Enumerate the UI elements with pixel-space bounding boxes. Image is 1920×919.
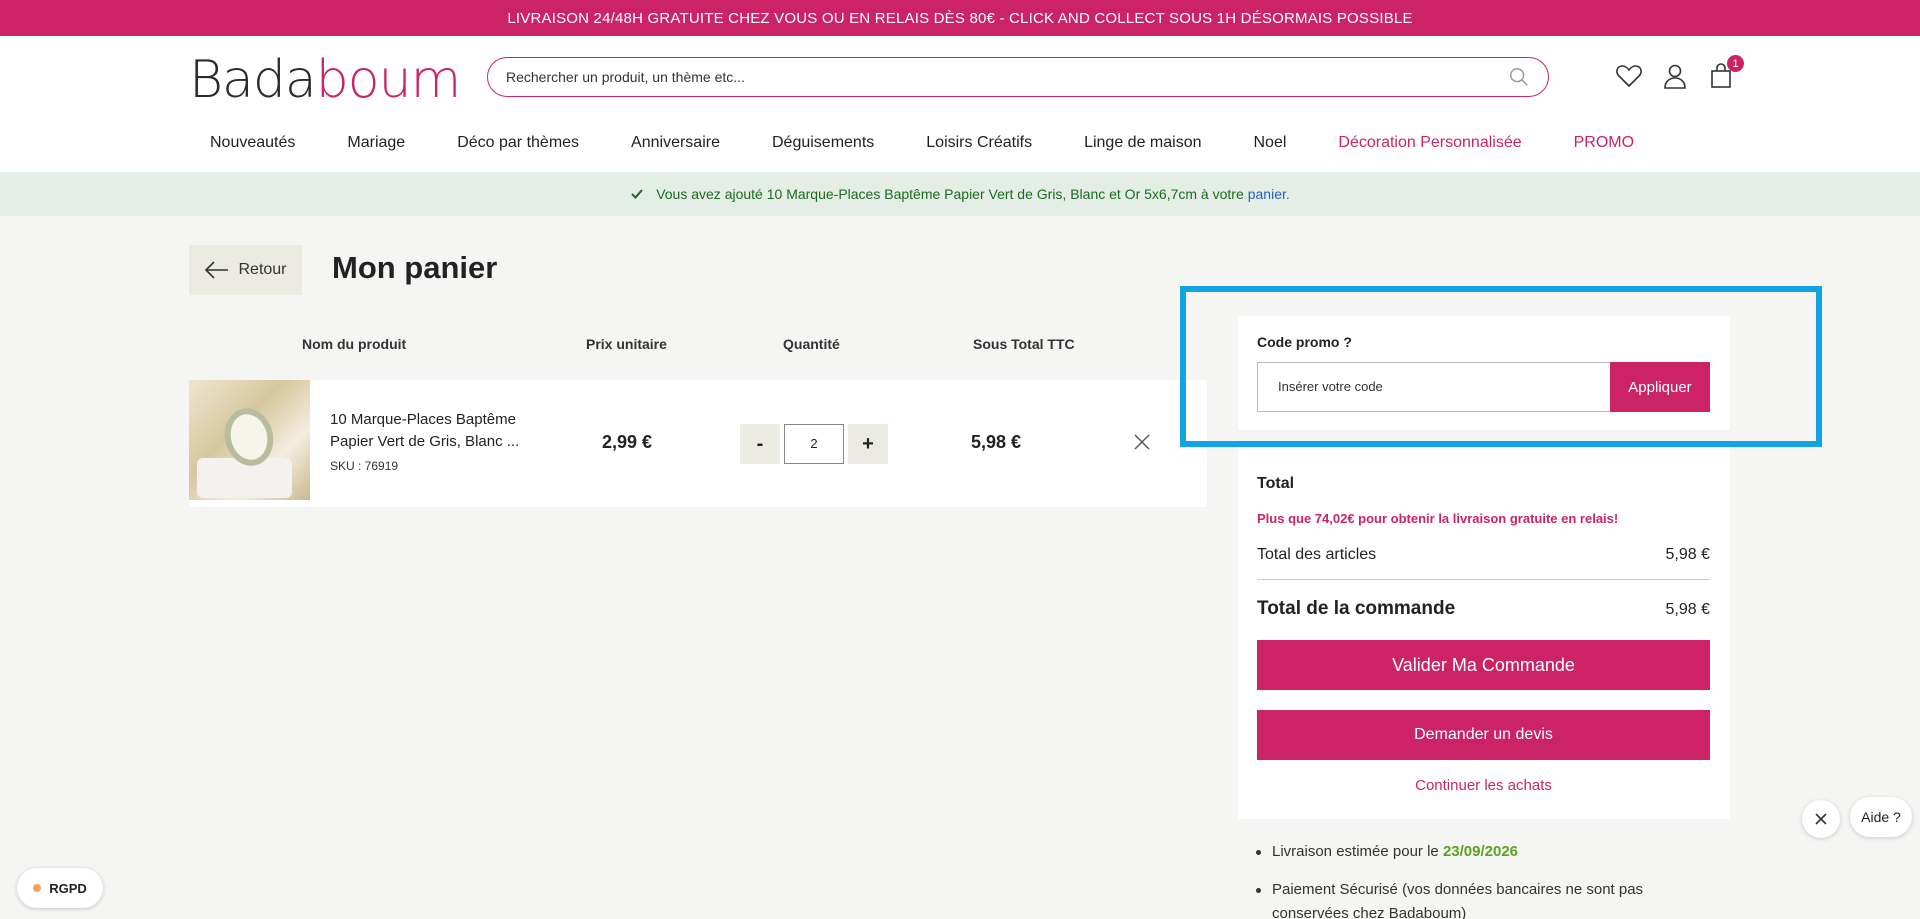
- nav-item-mariage[interactable]: Mariage: [347, 134, 405, 152]
- item-subtotal: 5,98 €: [971, 432, 1022, 452]
- nav-item-noel[interactable]: Noel: [1254, 134, 1287, 152]
- product-name[interactable]: 10 Marque-Places Baptême Papier Vert de …: [330, 409, 540, 453]
- search-input[interactable]: Rechercher un produit, un thème etc...: [506, 69, 1508, 85]
- quantity-input[interactable]: 2: [784, 424, 844, 464]
- secure-payment-info: Paiement Sécurisé (vos données bancaires…: [1256, 878, 1716, 919]
- quantity-stepper: - 2 +: [740, 424, 888, 464]
- divider: [1257, 579, 1710, 580]
- nav-item-linge-de-maison[interactable]: Linge de maison: [1084, 134, 1201, 152]
- arrow-left-icon: [205, 261, 229, 279]
- summary-title: Total: [1257, 475, 1295, 492]
- notice-cart-link[interactable]: panier.: [1248, 186, 1290, 202]
- nav-item-anniversaire[interactable]: Anniversaire: [631, 134, 720, 152]
- site-header: Badaboum Rechercher un produit, un thème…: [0, 36, 1920, 172]
- articles-total-label: Total des articles: [1257, 546, 1377, 563]
- order-total: Total de la commande 5,98 €: [1257, 598, 1710, 620]
- nav-item-deguisements[interactable]: Déguisements: [772, 134, 874, 152]
- product-sku: SKU : 76919: [330, 459, 399, 473]
- delivery-date: 23/09/2026: [1442, 843, 1519, 860]
- free-shipping-message: Plus que 74,02€ pour obtenir la livraiso…: [1257, 511, 1619, 526]
- order-summary: Total Plus que 74,02€ pour obtenir la li…: [1238, 447, 1730, 819]
- logo-part-1: Bada: [189, 50, 317, 110]
- info-list: Livraison estimée pour le 23/09/2026 Pai…: [1256, 840, 1716, 919]
- back-label: Retour: [238, 261, 287, 278]
- announcement-bar: LIVRAISON 24/48H GRATUITE CHEZ VOUS OU E…: [0, 0, 1920, 36]
- validate-order-button[interactable]: Valider Ma Commande: [1257, 640, 1710, 690]
- cart-added-notice: Vous avez ajouté 10 Marque-Places Baptêm…: [0, 172, 1920, 216]
- nav-item-deco-par-themes[interactable]: Déco par thèmes: [457, 134, 579, 152]
- delivery-estimate-label: Livraison estimée pour le: [1272, 843, 1439, 860]
- unit-price: 2,99 €: [602, 432, 653, 452]
- close-icon: [1815, 813, 1827, 825]
- quantity-increase-button[interactable]: +: [848, 424, 888, 464]
- page-title: Mon panier: [332, 250, 498, 285]
- nav-item-promo[interactable]: PROMO: [1574, 134, 1634, 152]
- delivery-estimate: Livraison estimée pour le 23/09/2026: [1256, 840, 1716, 864]
- column-header-quantity: Quantité: [783, 336, 840, 352]
- help-close-button[interactable]: [1802, 800, 1840, 838]
- notice-text: Vous avez ajouté 10 Marque-Places Baptêm…: [656, 186, 1244, 202]
- logo-part-2: boum: [315, 50, 461, 110]
- search-icon[interactable]: [1508, 66, 1530, 88]
- highlight-frame: [1180, 286, 1822, 447]
- nav-item-loisirs-creatifs[interactable]: Loisirs Créatifs: [926, 134, 1032, 152]
- announcement-text: LIVRAISON 24/48H GRATUITE CHEZ VOUS OU E…: [507, 9, 1413, 27]
- order-total-label: Total de la commande: [1257, 598, 1456, 619]
- user-icon[interactable]: [1660, 61, 1690, 91]
- close-icon[interactable]: [1133, 433, 1151, 451]
- order-total-value: 5,98 €: [1665, 601, 1710, 618]
- back-button[interactable]: Retour: [189, 245, 302, 295]
- rgpd-label: RGPD: [49, 880, 87, 896]
- site-logo[interactable]: Badaboum: [189, 50, 461, 110]
- nav-item-nouveautes[interactable]: Nouveautés: [210, 134, 295, 152]
- search-bar[interactable]: Rechercher un produit, un thème etc...: [487, 57, 1549, 97]
- heart-icon[interactable]: [1614, 61, 1644, 91]
- continue-shopping-link[interactable]: Continuer les achats: [1257, 777, 1710, 794]
- column-header-product: Nom du produit: [302, 336, 407, 352]
- header-icons: 1: [1614, 55, 1744, 91]
- product-image[interactable]: [189, 380, 310, 500]
- request-quote-button[interactable]: Demander un devis: [1257, 710, 1710, 760]
- nav-item-decoration-personnalisee[interactable]: Décoration Personnalisée: [1338, 134, 1521, 152]
- cart-item-row: 10 Marque-Places Baptême Papier Vert de …: [189, 380, 1207, 507]
- help-button[interactable]: Aide ?: [1850, 797, 1912, 837]
- cookie-icon: [33, 884, 42, 892]
- bag-icon[interactable]: 1: [1706, 55, 1744, 91]
- rgpd-button[interactable]: RGPD: [17, 868, 103, 908]
- articles-total: Total des articles 5,98 €: [1257, 546, 1710, 564]
- column-header-unit-price: Prix unitaire: [586, 336, 667, 352]
- cart-count-badge: 1: [1727, 55, 1744, 72]
- articles-total-value: 5,98 €: [1665, 546, 1710, 563]
- check-icon: [631, 189, 643, 199]
- main-nav: Nouveautés Mariage Déco par thèmes Anniv…: [210, 134, 1686, 152]
- column-header-subtotal: Sous Total TTC: [973, 336, 1075, 352]
- quantity-decrease-button[interactable]: -: [740, 424, 780, 464]
